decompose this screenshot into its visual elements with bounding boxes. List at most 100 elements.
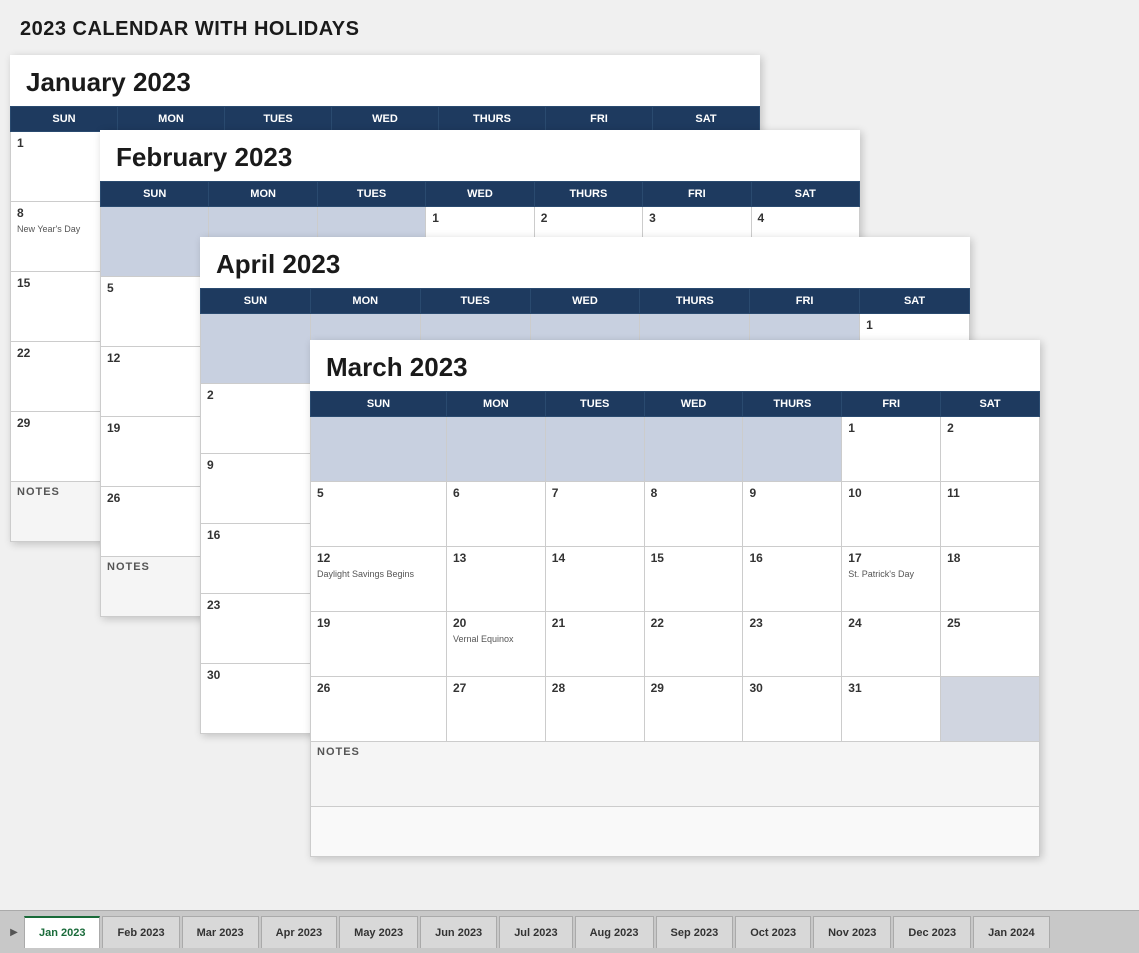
main-area: 2023 CALENDAR WITH HOLIDAYS January 2023… <box>0 0 1139 910</box>
tab-oct-2023[interactable]: Oct 2023 <box>735 916 811 948</box>
table-cell: 9 <box>201 454 311 524</box>
table-cell <box>446 417 545 482</box>
tab-jan-2024[interactable]: Jan 2024 <box>973 916 1049 948</box>
february-title: February 2023 <box>100 130 860 181</box>
feb-hdr-sun: SUN <box>101 182 209 207</box>
table-cell: 21 <box>545 612 644 677</box>
table-row: 12Daylight Savings Begins 13 14 15 16 17… <box>311 547 1040 612</box>
jan-hdr-tue: TUES <box>225 107 332 132</box>
table-cell: 13 <box>446 547 545 612</box>
feb-hdr-thu: THURS <box>534 182 642 207</box>
feb-hdr-fri: FRI <box>643 182 751 207</box>
table-cell: 19 <box>311 612 447 677</box>
apr-hdr-thu: THURS <box>640 289 750 314</box>
table-cell: 23 <box>201 594 311 664</box>
tab-aug-2023[interactable]: Aug 2023 <box>575 916 654 948</box>
mar-hdr-tue: TUES <box>545 392 644 417</box>
jan-hdr-sun: SUN <box>11 107 118 132</box>
march-table: SUN MON TUES WED THURS FRI SAT 1 <box>310 391 1040 857</box>
table-cell: 16 <box>201 524 311 594</box>
table-cell: 15 <box>644 547 743 612</box>
table-row: 5 6 7 8 9 10 11 <box>311 482 1040 547</box>
table-cell <box>644 417 743 482</box>
jan-hdr-mon: MON <box>118 107 225 132</box>
tab-scroll-left[interactable]: ▶ <box>4 916 24 948</box>
tab-nov-2023[interactable]: Nov 2023 <box>813 916 891 948</box>
table-cell: 24 <box>842 612 941 677</box>
table-cell: 17St. Patrick's Day <box>842 547 941 612</box>
table-cell: 31 <box>842 677 941 742</box>
table-cell: 5 <box>311 482 447 547</box>
table-cell: 7 <box>545 482 644 547</box>
table-cell: 25 <box>941 612 1040 677</box>
table-cell: 11 <box>941 482 1040 547</box>
april-title: April 2023 <box>200 237 970 288</box>
tab-apr-2023[interactable]: Apr 2023 <box>261 916 337 948</box>
table-row: 26 27 28 29 30 31 <box>311 677 1040 742</box>
table-cell: 22 <box>644 612 743 677</box>
table-cell: 19 <box>101 417 209 487</box>
tab-mar-2023[interactable]: Mar 2023 <box>182 916 259 948</box>
table-cell: 14 <box>545 547 644 612</box>
table-cell: 26 <box>311 677 447 742</box>
table-cell <box>941 677 1040 742</box>
table-cell: 16 <box>743 547 842 612</box>
page-title: 2023 CALENDAR WITH HOLIDAYS <box>20 18 1119 41</box>
tab-jul-2023[interactable]: Jul 2023 <box>499 916 572 948</box>
tab-jun-2023[interactable]: Jun 2023 <box>420 916 497 948</box>
mar-hdr-thu: THURS <box>743 392 842 417</box>
table-cell <box>201 314 311 384</box>
tab-sep-2023[interactable]: Sep 2023 <box>656 916 734 948</box>
january-title: January 2023 <box>10 55 760 106</box>
table-cell: 27 <box>446 677 545 742</box>
notes-row: NOTES <box>311 742 1040 807</box>
table-cell: 1 <box>842 417 941 482</box>
mar-hdr-sun: SUN <box>311 392 447 417</box>
jan-hdr-wed: WED <box>332 107 439 132</box>
apr-hdr-tue: TUES <box>420 289 530 314</box>
table-cell: 12 <box>101 347 209 417</box>
table-cell: 10 <box>842 482 941 547</box>
mar-hdr-mon: MON <box>446 392 545 417</box>
table-cell <box>545 417 644 482</box>
table-cell: 23 <box>743 612 842 677</box>
table-cell: 29 <box>644 677 743 742</box>
table-cell: 5 <box>101 277 209 347</box>
table-cell <box>101 207 209 277</box>
table-row: 19 20Vernal Equinox 21 22 23 24 25 <box>311 612 1040 677</box>
apr-hdr-wed: WED <box>530 289 640 314</box>
feb-hdr-wed: WED <box>426 182 534 207</box>
table-cell <box>311 417 447 482</box>
tab-feb-2023[interactable]: Feb 2023 <box>102 916 179 948</box>
mar-hdr-fri: FRI <box>842 392 941 417</box>
tab-dec-2023[interactable]: Dec 2023 <box>893 916 971 948</box>
table-cell: 28 <box>545 677 644 742</box>
apr-hdr-fri: FRI <box>750 289 860 314</box>
table-row: 1 2 <box>311 417 1040 482</box>
table-cell: 26 <box>101 487 209 557</box>
calendar-march: March 2023 SUN MON TUES WED THURS FRI SA… <box>310 340 1040 857</box>
tab-jan-2023[interactable]: Jan 2023 <box>24 916 100 948</box>
jan-hdr-fri: FRI <box>546 107 653 132</box>
notes-content-row <box>311 807 1040 857</box>
notes-content <box>311 807 1040 857</box>
table-cell: 2 <box>941 417 1040 482</box>
table-cell: 6 <box>446 482 545 547</box>
feb-hdr-tue: TUES <box>317 182 425 207</box>
table-cell: 2 <box>201 384 311 454</box>
mar-hdr-wed: WED <box>644 392 743 417</box>
table-cell: 18 <box>941 547 1040 612</box>
table-cell: 12Daylight Savings Begins <box>311 547 447 612</box>
apr-hdr-mon: MON <box>310 289 420 314</box>
table-cell: 9 <box>743 482 842 547</box>
table-cell: 20Vernal Equinox <box>446 612 545 677</box>
feb-hdr-mon: MON <box>209 182 317 207</box>
table-cell: 8 <box>644 482 743 547</box>
tab-may-2023[interactable]: May 2023 <box>339 916 418 948</box>
feb-hdr-sat: SAT <box>751 182 859 207</box>
table-cell: 30 <box>201 664 311 734</box>
table-cell <box>743 417 842 482</box>
jan-hdr-thu: THURS <box>439 107 546 132</box>
apr-hdr-sun: SUN <box>201 289 311 314</box>
mar-hdr-sat: SAT <box>941 392 1040 417</box>
